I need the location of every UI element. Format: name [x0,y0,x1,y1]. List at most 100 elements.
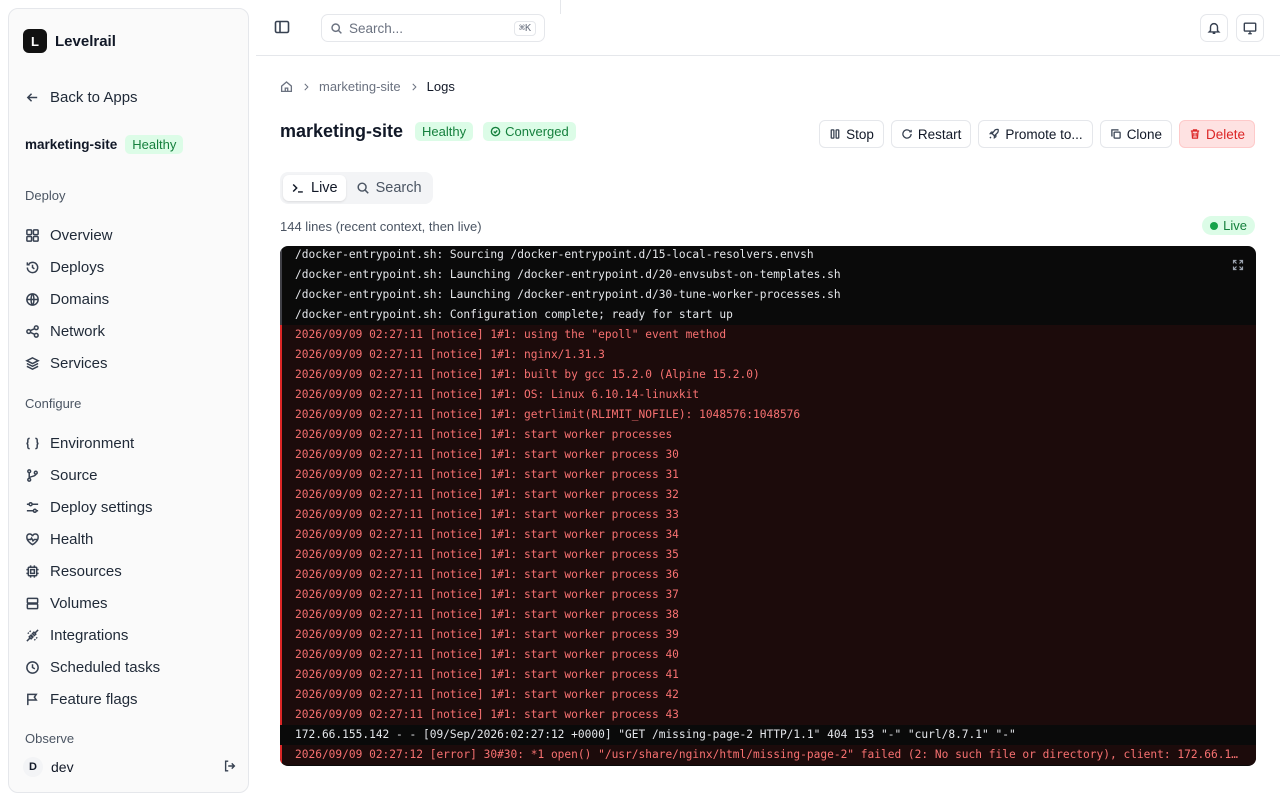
monitor-icon [1243,22,1257,35]
log-line: /docker-entrypoint.sh: Configuration com… [280,305,1256,325]
sidebar-item-services[interactable]: Services [25,349,235,377]
current-app-name: marketing-site [25,137,118,152]
sidebar-item-label: Resources [50,562,122,580]
breadcrumb-app-link[interactable]: marketing-site [319,79,401,94]
display-button[interactable] [1236,14,1264,42]
global-search[interactable]: ⌘K [321,14,545,42]
back-to-apps-link[interactable]: Back to Apps [25,89,138,106]
sidebar-item-resources[interactable]: Resources [25,557,235,585]
flag-icon [27,693,38,705]
logout-icon[interactable] [223,759,237,776]
rotate-icon [902,129,912,139]
log-line: 2026/09/09 02:27:11 [notice] 1#1: nginx/… [280,345,1256,365]
log-line: 2026/09/09 02:27:11 [notice] 1#1: start … [280,425,1256,445]
sidebar-item-label: Deploys [50,258,105,276]
sidebar-item-label: Overview [50,226,113,244]
heart-pulse-icon [26,532,39,546]
plug-icon [26,628,39,642]
clone-button-label: Clone [1126,126,1162,142]
check-circle-icon [490,126,501,137]
layers-icon [25,356,40,370]
sidebar-item-label: Volumes [50,594,108,612]
sidebar-item-domains[interactable]: Domains [25,285,235,313]
log-line: 2026/09/09 02:27:11 [notice] 1#1: start … [280,705,1256,725]
sidebar-item-label: Environment [50,434,135,452]
sidebar-item-label: Source [50,466,98,484]
cpu-icon [26,564,39,578]
clone-button[interactable]: Clone [1099,120,1172,148]
stop-button-label: Stop [846,126,874,142]
sidebar-item-label: Scheduled tasks [50,658,161,676]
share-icon [26,324,39,338]
log-line: 2026/09/09 02:27:11 [notice] 1#1: start … [280,605,1256,625]
page-title: marketing-site [280,121,404,141]
breadcrumb: marketing-site Logs [280,79,455,94]
database-icon [26,597,39,609]
search-input[interactable] [349,20,508,36]
tab-search[interactable]: Search [348,175,430,201]
sidebar-toggle-icon[interactable] [274,19,290,38]
arrow-left-icon [26,93,38,102]
log-line: 172.66.155.142 - - [09/Sep/2026:02:27:12… [295,728,1016,741]
delete-button[interactable]: Delete [1178,120,1255,148]
terminal-icon [292,183,303,193]
log-line: 2026/09/09 02:27:11 [notice] 1#1: start … [280,525,1256,545]
stop-button[interactable]: Stop [819,120,884,148]
sidebar-item-label: Deploy settings [50,498,153,516]
sidebar-item-deploys[interactable]: Deploys [25,253,235,281]
log-line: 2026/09/09 02:27:11 [notice] 1#1: start … [280,465,1256,485]
sliders-icon [26,501,39,513]
log-line: 2026/09/09 02:27:11 [notice] 1#1: start … [280,445,1256,465]
sidebar-item-integrations[interactable]: Integrations [25,621,235,649]
git-branch-icon [27,468,38,482]
avatar: D [23,757,43,777]
sidebar-item-network[interactable]: Network [25,317,235,345]
expand-icon[interactable] [1232,258,1244,274]
log-line-count: 144 lines (recent context, then live) [280,219,482,234]
delete-button-label: Delete [1205,126,1245,142]
globe-icon [26,292,39,306]
sidebar: L Levelrail Back to Apps marketing-site … [8,8,249,793]
sidebar-item-feature-flags[interactable]: Feature flags [25,685,235,713]
sidebar-item-label: Feature flags [50,690,138,708]
sidebar-item-health[interactable]: Health [25,525,235,553]
section-label-configure: Configure [25,396,82,411]
breadcrumb-current: Logs [426,79,455,94]
log-line: 2026/09/09 02:27:11 [notice] 1#1: start … [280,625,1256,645]
user-menu[interactable]: D dev [23,757,237,777]
promote-button-label: Promote to... [1005,126,1083,142]
sidebar-item-label: Network [50,322,106,340]
notifications-button[interactable] [1200,14,1228,42]
sidebar-item-volumes[interactable]: Volumes [25,589,235,617]
sync-status-label: Converged [505,124,569,139]
sidebar-item-environment[interactable]: Environment [25,429,235,457]
log-line: 2026/09/09 02:27:11 [notice] 1#1: start … [280,685,1256,705]
log-line: 2026/09/09 02:27:11 [notice] 1#1: start … [280,545,1256,565]
trash-icon [1190,129,1200,139]
sidebar-item-overview[interactable]: Overview [25,221,235,249]
log-viewer[interactable]: /docker-entrypoint.sh: Sourcing /docker-… [280,246,1256,766]
tab-live[interactable]: Live [283,175,346,201]
health-status-badge: Healthy [415,122,474,141]
sidebar-item-source[interactable]: Source [25,461,235,489]
chevron-right-icon [304,83,309,90]
log-line: /docker-entrypoint.sh: Launching /docker… [280,285,1256,305]
tab-live-label: Live [311,180,338,196]
tab-search-label: Search [375,180,422,196]
restart-button[interactable]: Restart [890,120,972,148]
sync-status-badge: Converged [483,122,576,141]
log-line: 2026/09/09 02:27:11 [notice] 1#1: getrli… [280,405,1256,425]
sidebar-item-deploy-settings[interactable]: Deploy settings [25,493,235,521]
log-line: 2026/09/09 02:27:11 [notice] 1#1: start … [280,565,1256,585]
search-icon [357,182,369,194]
promote-button[interactable]: Promote to... [978,120,1093,148]
brand[interactable]: L Levelrail [23,29,116,53]
topbar: ⌘K [256,0,1280,56]
home-icon[interactable] [280,80,293,93]
back-to-apps-label: Back to Apps [50,89,138,106]
log-line: 2026/09/09 02:27:11 [notice] 1#1: OS: Li… [280,385,1256,405]
live-status-label: Live [1223,218,1247,233]
sidebar-item-scheduled-tasks[interactable]: Scheduled tasks [25,653,235,681]
log-line: /docker-entrypoint.sh: Sourcing /docker-… [280,246,1256,265]
section-label-deploy: Deploy [25,188,66,203]
